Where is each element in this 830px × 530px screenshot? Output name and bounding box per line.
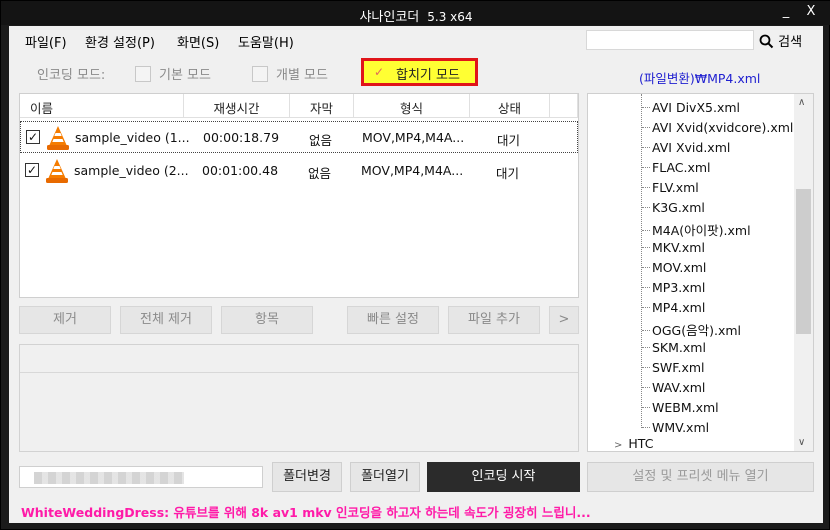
item-button[interactable]: 항목 xyxy=(221,306,313,334)
row-checkbox[interactable]: ✓ xyxy=(25,163,39,177)
tree-item[interactable]: OGG(음악).xml xyxy=(642,320,741,339)
row-duration: 00:00:18.79 xyxy=(203,130,280,145)
table-row[interactable]: ✓ sample_video (1... 00:00:18.79 없음 MOV,… xyxy=(20,121,578,153)
chevron-right-icon[interactable]: > xyxy=(614,440,622,451)
row-format: MOV,MP4,M4A... xyxy=(361,163,464,178)
client-area: 파일(F) 환경 설정(P) 화면(S) 도움말(H) 검색 인코딩 모드: 기… xyxy=(9,26,823,523)
tree-item[interactable]: MOV.xml xyxy=(642,260,706,275)
start-encoding-button[interactable]: 인코딩 시작 xyxy=(427,462,580,492)
tree-item[interactable]: WMV.xml xyxy=(642,420,709,435)
column-header-spacer xyxy=(550,94,578,118)
merge-mode-option[interactable]: ✓ 합치기 모드 xyxy=(361,58,478,86)
add-file-button[interactable]: 파일 추가 xyxy=(448,306,540,334)
vlc-cone-icon xyxy=(47,126,69,150)
tree-item[interactable]: SWF.xml xyxy=(642,360,705,375)
tree-item[interactable]: AVI Xvid.xml xyxy=(642,140,730,155)
tree-item[interactable]: WAV.xml xyxy=(642,380,705,395)
tree-item[interactable]: MP4.xml xyxy=(642,300,705,315)
row-status: 대기 xyxy=(497,133,521,148)
encoding-mode-label: 인코딩 모드: xyxy=(37,68,106,83)
info-panel xyxy=(19,344,579,452)
bottom-controls: 폴더변경 폴더열기 인코딩 시작 설정 및 프리셋 메뉴 열기 xyxy=(9,462,823,492)
minimize-button[interactable]: _ xyxy=(776,4,796,19)
preset-menu-button[interactable]: 설정 및 프리셋 메뉴 열기 xyxy=(587,462,814,492)
remove-button[interactable]: 제거 xyxy=(19,306,111,334)
tree-item[interactable]: K3G.xml xyxy=(642,200,705,215)
individual-mode-option[interactable]: 개별 모드 xyxy=(252,64,328,83)
info-panel-header xyxy=(20,345,578,373)
table-row[interactable]: ✓ sample_video (2... 00:01:00.48 없음 MOV,… xyxy=(20,155,578,187)
scroll-up-icon[interactable]: ∧ xyxy=(798,97,805,108)
tree-item[interactable]: M4A(아이팟).xml xyxy=(642,220,751,239)
merge-mode-checkbox[interactable]: ✓ xyxy=(372,65,386,79)
tree-item[interactable]: MP3.xml xyxy=(642,280,705,295)
tree-item[interactable]: WEBM.xml xyxy=(642,400,719,415)
tree-group-label: HTC xyxy=(628,436,654,451)
app-version: 5.3 x64 xyxy=(427,10,473,24)
tree-item[interactable]: AVI Xvid(xvidcore).xml xyxy=(642,120,793,135)
more-button[interactable]: > xyxy=(549,306,579,334)
tree-item[interactable]: AVI DivX5.xml xyxy=(642,100,740,115)
status-message[interactable]: WhiteWeddingDress: 유튜브를 위해 8k av1 mkv 인코… xyxy=(21,502,591,521)
row-checkbox[interactable]: ✓ xyxy=(26,130,40,144)
app-name: 샤나인코더 xyxy=(359,10,420,25)
tree-item[interactable]: FLAC.xml xyxy=(642,160,711,175)
output-folder-field[interactable] xyxy=(19,466,263,488)
tree-item[interactable]: SKM.xml xyxy=(642,340,706,355)
folder-change-button[interactable]: 폴더변경 xyxy=(272,462,342,492)
tree-group-htc[interactable]: > HTC xyxy=(614,436,653,451)
vlc-cone-icon xyxy=(46,159,68,183)
tree-item[interactable]: FLV.xml xyxy=(642,180,699,195)
file-action-buttons: 제거 전체 제거 항목 빠른 설정 파일 추가 > xyxy=(19,306,579,334)
row-file-name: sample_video (2... xyxy=(74,163,189,178)
individual-mode-label: 개별 모드 xyxy=(276,68,328,83)
row-subtitle: 없음 xyxy=(309,133,333,148)
merge-mode-label: 합치기 모드 xyxy=(396,68,460,83)
row-status: 대기 xyxy=(496,166,520,181)
search-input[interactable] xyxy=(586,30,754,50)
close-button[interactable]: X xyxy=(801,4,821,19)
row-subtitle: 없음 xyxy=(308,166,332,181)
encoding-mode-row: 인코딩 모드: 기본 모드 개별 모드 ✓ 합치기 모드 (파일변환)₩MP4.… xyxy=(9,56,823,86)
preset-tree: AVI DivX5.xml AVI Xvid(xvidcore).xml AVI X… xyxy=(587,93,814,452)
row-file-name: sample_video (1... xyxy=(75,130,190,145)
search-icon xyxy=(759,34,774,49)
column-header-subtitle[interactable]: 자막 xyxy=(290,94,354,118)
menu-view[interactable]: 화면(S) xyxy=(177,32,219,51)
remove-all-button[interactable]: 전체 제거 xyxy=(120,306,212,334)
preset-path: (파일변환)₩MP4.xml xyxy=(639,71,761,86)
app-window: 샤나인코더 5.3 x64 _ X 파일(F) 환경 설정(P) 화면(S) 도움… xyxy=(0,0,830,530)
output-folder-path xyxy=(34,472,184,484)
menu-bar: 파일(F) 환경 설정(P) 화면(S) 도움말(H) 검색 xyxy=(9,26,823,54)
menu-file[interactable]: 파일(F) xyxy=(25,32,67,51)
search-button-label: 검색 xyxy=(778,35,803,50)
title-bar: 샤나인코더 5.3 x64 _ X xyxy=(1,1,830,25)
basic-mode-label: 기본 모드 xyxy=(159,68,211,83)
basic-mode-option[interactable]: 기본 모드 xyxy=(135,64,211,83)
search-button[interactable]: 검색 xyxy=(759,31,802,50)
menu-settings[interactable]: 환경 설정(P) xyxy=(85,32,155,51)
column-header-name[interactable]: 이름 xyxy=(20,94,184,118)
row-format: MOV,MP4,M4A... xyxy=(362,130,465,145)
column-header-duration[interactable]: 재생시간 xyxy=(184,94,290,118)
tree-scrollbar[interactable]: ∧ ∨ xyxy=(794,94,813,451)
scrollbar-thumb[interactable] xyxy=(796,189,811,334)
row-duration: 00:01:00.48 xyxy=(202,163,279,178)
window-title: 샤나인코더 5.3 x64 xyxy=(1,6,830,25)
basic-mode-checkbox[interactable] xyxy=(135,66,151,82)
menu-help[interactable]: 도움말(H) xyxy=(238,32,294,51)
column-header-status[interactable]: 상태 xyxy=(470,94,550,118)
file-list-table: 이름 재생시간 자막 형식 상태 ✓ sample_video (1... 00… xyxy=(19,93,579,298)
tree-item[interactable]: MKV.xml xyxy=(642,240,705,255)
column-header-format[interactable]: 형식 xyxy=(354,94,470,118)
folder-open-button[interactable]: 폴더열기 xyxy=(350,462,420,492)
quick-settings-button[interactable]: 빠른 설정 xyxy=(347,306,439,334)
scroll-down-icon[interactable]: ∨ xyxy=(798,437,805,448)
individual-mode-checkbox[interactable] xyxy=(252,66,268,82)
